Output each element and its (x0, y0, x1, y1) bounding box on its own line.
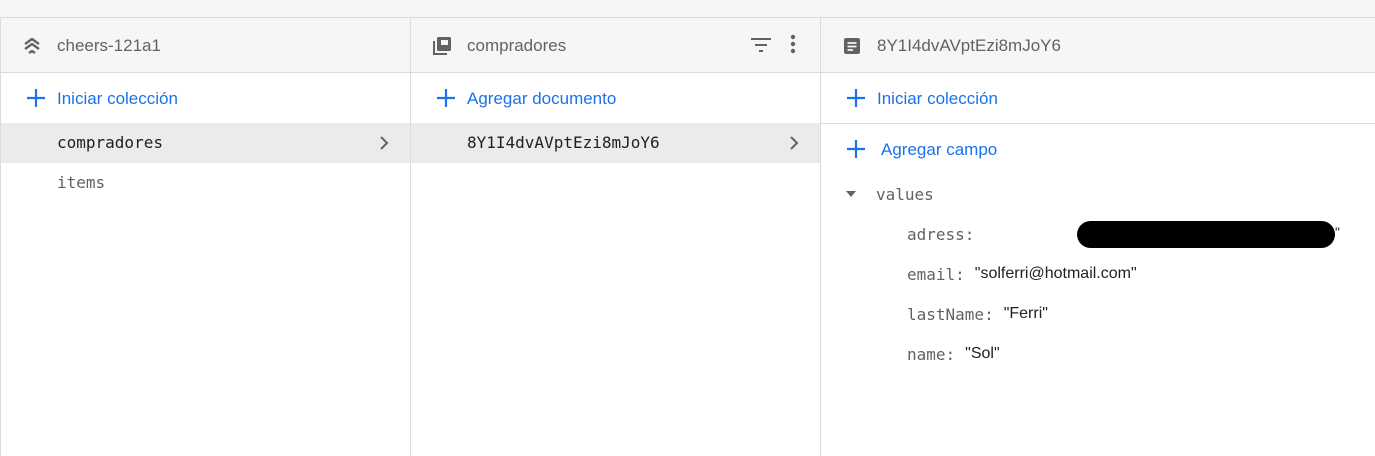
field-key: name: (907, 344, 956, 364)
filter-icon (751, 38, 771, 52)
collection-panel-title: compradores (467, 36, 567, 55)
field-value: "Sol" (965, 345, 1000, 362)
document-icon (841, 35, 863, 57)
plus-icon (847, 140, 865, 158)
redaction-mark (1077, 221, 1335, 248)
plus-icon (437, 89, 455, 107)
firestore-stack-icon (21, 35, 43, 57)
plus-icon (27, 89, 45, 107)
field-value: "solferri@hotmail.com" (974, 265, 1137, 282)
more-vert-icon (790, 34, 796, 54)
top-toolbar-strip (0, 0, 1375, 18)
collection-item-compradores[interactable]: compradores (1, 123, 411, 163)
start-subcollection-button[interactable]: Iniciar colección (821, 73, 1375, 123)
document-panel: 8Y1I4dvAVptEzi8mJoY6 Iniciar colección A… (820, 18, 1375, 456)
document-panel-header: 8Y1I4dvAVptEzi8mJoY6 (821, 18, 1375, 73)
field-key: lastName: (907, 304, 994, 324)
collection-icon (431, 35, 453, 57)
field-lastname[interactable]: lastName: "Ferri" (907, 303, 1048, 325)
start-collection-button[interactable]: Iniciar colección (1, 73, 411, 123)
chevron-right-icon (380, 136, 389, 150)
field-value: " (1335, 224, 1340, 240)
root-panel: cheers-121a1 Iniciar colección comprador… (0, 18, 411, 456)
add-field-label: Agregar campo (881, 140, 998, 159)
field-key: email: (907, 264, 965, 284)
start-collection-label: Iniciar colección (57, 89, 178, 108)
collection-item-label: items (57, 173, 106, 192)
start-subcollection-label: Iniciar colección (877, 89, 998, 108)
document-item[interactable]: 8Y1I4dvAVptEzi8mJoY6 (411, 123, 821, 163)
field-email[interactable]: email: "solferri@hotmail.com" (907, 263, 1137, 285)
plus-icon (847, 89, 865, 107)
field-name[interactable]: name: "Sol" (907, 343, 1000, 365)
collection-header-actions (749, 33, 805, 57)
filter-button[interactable] (749, 33, 773, 57)
field-value: "Ferri" (1003, 305, 1048, 322)
collection-item-items[interactable]: items (1, 163, 411, 203)
collection-panel-header: compradores (411, 18, 821, 73)
add-field-button[interactable]: Agregar campo (821, 124, 1375, 174)
field-adress[interactable]: adress: " (907, 221, 1357, 248)
collection-panel: compradores Agregar documento 8Y1I4dvAVp… (410, 18, 821, 456)
chevron-right-icon (790, 136, 799, 150)
caret-down-icon[interactable] (841, 184, 861, 204)
add-document-button[interactable]: Agregar documento (411, 73, 821, 123)
add-document-label: Agregar documento (467, 89, 617, 108)
field-key: adress: (907, 224, 975, 244)
collection-item-label: compradores (57, 133, 163, 152)
more-options-button[interactable] (781, 33, 805, 57)
map-field-values[interactable]: values (841, 182, 934, 206)
root-panel-header: cheers-121a1 (1, 18, 411, 73)
root-panel-title: cheers-121a1 (57, 36, 161, 55)
document-item-label: 8Y1I4dvAVptEzi8mJoY6 (467, 133, 660, 152)
document-panel-title: 8Y1I4dvAVptEzi8mJoY6 (877, 36, 1061, 55)
map-field-name: values (876, 184, 934, 204)
